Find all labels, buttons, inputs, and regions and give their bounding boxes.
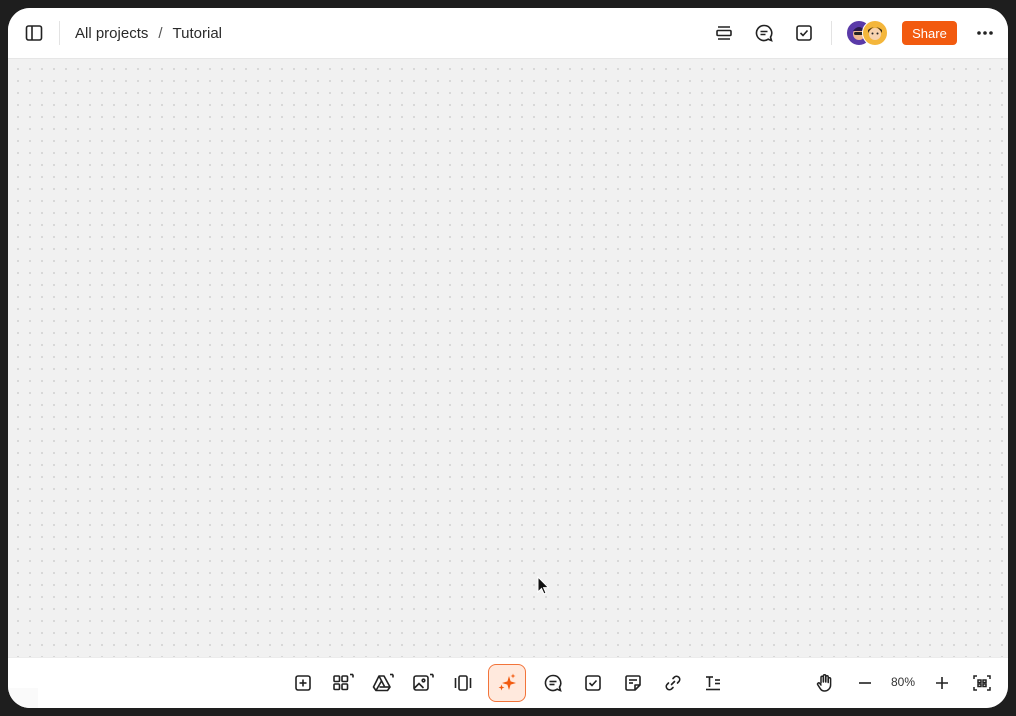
- apps-grid-icon: [333, 673, 354, 691]
- breadcrumb-current-page[interactable]: Tutorial: [173, 25, 222, 42]
- hand-icon: [816, 674, 832, 692]
- checkbox-icon: [585, 675, 601, 691]
- checkbox-icon: [796, 25, 812, 41]
- zoom-out-button[interactable]: [850, 668, 880, 698]
- carousel-icon: [454, 675, 472, 691]
- hand-tool-button[interactable]: [810, 668, 840, 698]
- drive-button[interactable]: [368, 668, 398, 698]
- apps-button[interactable]: [328, 668, 358, 698]
- image-icon: [413, 673, 434, 691]
- carousel-button[interactable]: [448, 668, 478, 698]
- breadcrumb-all-projects[interactable]: All projects: [75, 25, 148, 42]
- image-button[interactable]: [408, 668, 438, 698]
- text-icon: [706, 676, 720, 691]
- comment-tool-button[interactable]: [538, 668, 568, 698]
- zoom-in-icon: [936, 677, 948, 689]
- zoom-out-icon: [859, 682, 871, 684]
- corner-tab: [8, 688, 38, 708]
- avatar[interactable]: [862, 20, 888, 46]
- app-window: All projects / Tutorial Share 80%: [8, 8, 1008, 708]
- add-item-button[interactable]: [288, 668, 318, 698]
- ai-assistant-button[interactable]: [488, 664, 526, 702]
- add-box-icon: [295, 675, 311, 691]
- fit-to-screen-button[interactable]: [967, 668, 997, 698]
- link-tool-button[interactable]: [658, 668, 688, 698]
- note-tool-button[interactable]: [618, 668, 648, 698]
- zoom-level[interactable]: 80%: [887, 675, 919, 689]
- text-tool-button[interactable]: [698, 668, 728, 698]
- fit-screen-icon: [973, 675, 991, 691]
- sidebar-toggle-button[interactable]: [19, 18, 49, 48]
- divider: [831, 21, 832, 45]
- comment-icon: [544, 674, 562, 692]
- tasks-button[interactable]: [789, 18, 819, 48]
- link-icon: [665, 675, 681, 691]
- more-options-button[interactable]: [970, 18, 1000, 48]
- divider: [59, 21, 60, 45]
- share-button[interactable]: Share: [902, 21, 957, 45]
- more-icon: [977, 31, 993, 35]
- note-icon: [625, 675, 641, 691]
- collaborator-avatars[interactable]: [846, 20, 890, 46]
- ai-sparkle-icon: [498, 673, 516, 691]
- comments-button[interactable]: [749, 18, 779, 48]
- avatar-face-icon: [868, 27, 882, 40]
- breadcrumb-separator: /: [158, 24, 163, 42]
- top-bar: All projects / Tutorial Share: [8, 8, 1008, 59]
- drive-icon: [372, 673, 394, 692]
- board-canvas[interactable]: [8, 59, 1008, 657]
- mouse-cursor-icon: [537, 576, 550, 595]
- presentation-button[interactable]: [709, 18, 739, 48]
- comment-icon: [755, 24, 773, 42]
- presentation-icon: [716, 26, 732, 40]
- bottom-toolbar: 80%: [8, 657, 1008, 708]
- task-tool-button[interactable]: [578, 668, 608, 698]
- zoom-in-button[interactable]: [927, 668, 957, 698]
- breadcrumb: All projects / Tutorial: [75, 8, 222, 58]
- sidebar-toggle-icon: [25, 25, 43, 41]
